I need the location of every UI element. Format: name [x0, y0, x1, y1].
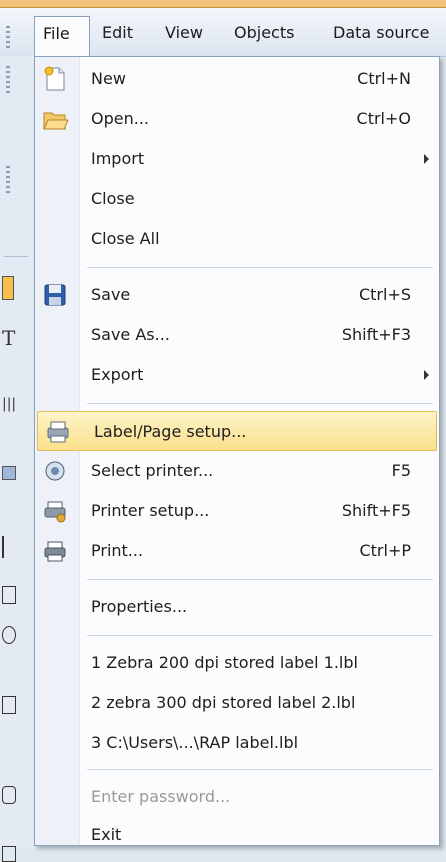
- menu-item-label: Close All: [91, 229, 160, 248]
- toolbox-separator: [4, 256, 28, 257]
- menu-item-label: Enter password...: [91, 787, 231, 806]
- menu-item-label: Exit: [91, 825, 122, 844]
- menu-item-label: Import: [91, 149, 145, 168]
- menu-item-recent-file[interactable]: 1 Zebra 200 dpi stored label 1.lbl: [35, 643, 439, 683]
- select-printer-icon: [45, 461, 65, 481]
- menu-edit[interactable]: Edit: [94, 16, 141, 50]
- menu-item-label: Save As...: [91, 325, 170, 344]
- rounded-box-tool-icon[interactable]: [2, 786, 16, 804]
- menu-item-label: Label/Page setup...: [94, 422, 247, 441]
- menu-item-recent-file[interactable]: 2 zebra 300 dpi stored label 2.lbl: [35, 683, 439, 723]
- barcode-tool-icon[interactable]: |||: [2, 396, 16, 412]
- new-file-icon: [44, 66, 65, 91]
- submenu-arrow-icon: [424, 154, 429, 164]
- menu-file[interactable]: File: [34, 16, 90, 57]
- frame-tool-icon[interactable]: [2, 846, 16, 862]
- menu-item-printer-setup[interactable]: Printer setup... Shift+F5: [35, 491, 439, 531]
- menu-item-save-as[interactable]: Save As... Shift+F3: [35, 315, 439, 355]
- menu-item-shortcut: Ctrl+P: [359, 541, 411, 560]
- menu-bar: File Edit View Objects Data source: [0, 8, 446, 57]
- toolbar-grip[interactable]: [6, 26, 10, 48]
- menu-item-label: 2 zebra 300 dpi stored label 2.lbl: [91, 693, 356, 712]
- toolbox-strip: T |||: [0, 56, 34, 862]
- open-folder-icon: [43, 112, 69, 130]
- menu-separator: [87, 267, 433, 268]
- menu-separator: [87, 403, 433, 404]
- printer-setup-icon: [44, 501, 66, 523]
- menu-item-label: 1 Zebra 200 dpi stored label 1.lbl: [91, 653, 358, 672]
- menu-item-recent-file[interactable]: 3 C:\Users\...\RAP label.lbl: [35, 723, 439, 763]
- menu-item-label: Select printer...: [91, 461, 214, 480]
- menu-item-label-page-setup[interactable]: Label/Page setup...: [37, 411, 437, 451]
- page-setup-icon: [47, 421, 69, 443]
- submenu-arrow-icon: [424, 370, 429, 380]
- menu-item-shortcut: Ctrl+S: [358, 285, 411, 304]
- menu-item-new[interactable]: New Ctrl+N: [35, 59, 439, 99]
- menu-item-label: Properties...: [91, 597, 188, 616]
- menu-item-properties[interactable]: Properties...: [35, 587, 439, 627]
- save-floppy-icon: [44, 284, 66, 306]
- menu-item-label: Save: [91, 285, 131, 304]
- menu-item-label: Print...: [91, 541, 144, 560]
- ellipse-tool-icon[interactable]: [2, 626, 16, 644]
- menu-item-shortcut: Shift+F3: [341, 325, 411, 344]
- menu-separator: [87, 579, 433, 580]
- menu-item-shortcut: F5: [391, 461, 411, 480]
- toolbox-grip[interactable]: [6, 166, 10, 196]
- toolbox-grip[interactable]: [6, 66, 10, 96]
- menu-item-label: 3 C:\Users\...\RAP label.lbl: [91, 733, 299, 752]
- pointer-tool-icon[interactable]: [2, 276, 14, 300]
- menu-item-export[interactable]: Export: [35, 355, 439, 395]
- menu-item-shortcut: Shift+F5: [341, 501, 411, 520]
- print-icon: [44, 541, 66, 562]
- menu-item-label: Export: [91, 365, 144, 384]
- menu-view[interactable]: View: [157, 16, 211, 50]
- line-tool-icon[interactable]: [2, 536, 4, 558]
- file-menu-dropdown: New Ctrl+N Open... Ctrl+O Import Close C…: [34, 56, 440, 846]
- menu-item-label: Open...: [91, 109, 149, 128]
- text-tool-icon[interactable]: T: [2, 326, 15, 350]
- menu-item-shortcut: Ctrl+N: [357, 69, 411, 88]
- picture-tool-icon[interactable]: [2, 466, 16, 480]
- menu-item-import[interactable]: Import: [35, 139, 439, 179]
- menu-item-save[interactable]: Save Ctrl+S: [35, 275, 439, 315]
- menu-item-close[interactable]: Close: [35, 179, 439, 219]
- rectangle-tool-icon[interactable]: [2, 586, 16, 604]
- menu-item-exit[interactable]: Exit: [35, 815, 439, 855]
- menu-separator: [87, 635, 433, 636]
- menu-item-shortcut: Ctrl+O: [356, 109, 411, 128]
- menu-data-source[interactable]: Data source: [325, 16, 437, 50]
- menu-item-print[interactable]: Print... Ctrl+P: [35, 531, 439, 571]
- box-tool-icon[interactable]: [2, 696, 16, 714]
- menu-item-label: New: [91, 69, 126, 88]
- menu-item-label: Printer setup...: [91, 501, 210, 520]
- menu-item-label: Close: [91, 189, 135, 208]
- menu-item-open[interactable]: Open... Ctrl+O: [35, 99, 439, 139]
- menu-separator: [87, 769, 433, 770]
- menu-item-close-all[interactable]: Close All: [35, 219, 439, 259]
- app-title-bar-edge: [0, 0, 446, 8]
- menu-objects[interactable]: Objects: [226, 16, 302, 50]
- menu-item-select-printer[interactable]: Select printer... F5: [35, 451, 439, 491]
- menu-item-enter-password: Enter password...: [35, 777, 439, 817]
